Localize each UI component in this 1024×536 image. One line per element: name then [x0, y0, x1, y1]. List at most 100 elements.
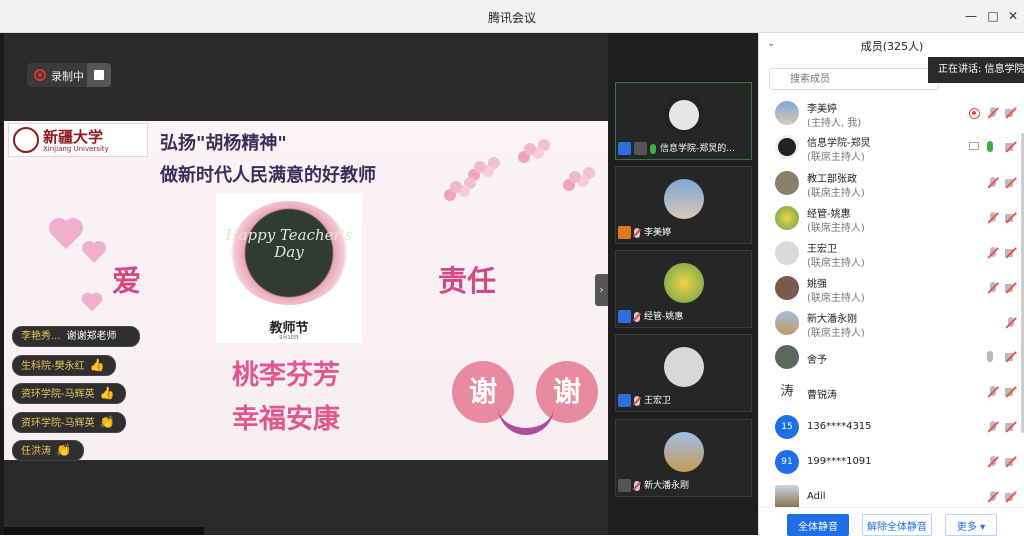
mic-muted-icon	[634, 311, 640, 322]
mic-on-icon[interactable]	[987, 141, 993, 152]
chat-sender: 生科院-樊永红	[21, 361, 85, 372]
window-title: 腾讯会议	[487, 11, 536, 25]
record-icon	[34, 69, 46, 81]
mic-muted-icon[interactable]	[987, 456, 999, 468]
avatar	[664, 95, 704, 135]
heart-decoration	[84, 243, 104, 263]
member-row[interactable]: 王宏卫 (联席主持人)	[759, 237, 1024, 271]
camera-off-icon[interactable]	[1005, 212, 1017, 224]
stop-recording-button[interactable]	[87, 63, 111, 87]
presentation-slide: 新疆大学 Xinjiang University 弘扬"胡杨精神" 做新时代人民…	[4, 121, 608, 460]
member-name: 教工部张政	[807, 174, 857, 185]
mic-muted-icon[interactable]	[987, 177, 999, 189]
member-name: 136****4315	[807, 421, 872, 432]
status-strip	[4, 527, 204, 535]
camera-off-icon[interactable]	[1005, 351, 1017, 363]
chat-message: 生科院-樊永红 👍	[12, 355, 116, 376]
member-row[interactable]: 舍予	[759, 341, 1024, 375]
camera-off-icon[interactable]	[1005, 386, 1017, 398]
mic-muted-icon[interactable]	[987, 247, 999, 259]
video-tile[interactable]: 信息学院-郑炅的...	[615, 82, 752, 160]
camera-off-icon[interactable]	[1005, 282, 1017, 294]
member-row[interactable]: 信息学院-郑炅 (联席主持人)	[759, 131, 1024, 165]
smile-decoration	[498, 407, 554, 435]
member-row[interactable]: 教工部张政 (联席主持人)	[759, 167, 1024, 201]
blossom-decoration	[474, 161, 486, 173]
camera-off-icon[interactable]	[1005, 247, 1017, 259]
host-icon	[618, 226, 631, 239]
avatar	[775, 345, 799, 369]
avatar: 涛	[775, 380, 799, 404]
video-tile[interactable]: 王宏卫	[615, 334, 752, 412]
blessing-line1: 桃李芬芳	[232, 360, 340, 391]
mic-muted-icon[interactable]	[987, 386, 999, 398]
tile-name: 王宏卫	[644, 396, 672, 406]
member-row[interactable]: 经管-姚惠 (联席主持人)	[759, 202, 1024, 236]
mute-all-button[interactable]: 全体静音	[787, 514, 849, 536]
avatar	[775, 101, 799, 125]
member-row[interactable]: 涛 曹锐涛	[759, 376, 1024, 410]
tile-name-bar: 王宏卫	[618, 394, 671, 409]
member-name: 199****1091	[807, 456, 872, 467]
member-row[interactable]: 91 199****1091	[759, 446, 1024, 480]
member-row[interactable]: 姚强 (联席主持人)	[759, 272, 1024, 306]
tile-name: 李美婷	[644, 228, 672, 238]
mic-muted-icon[interactable]	[987, 282, 999, 294]
seal-icon	[13, 127, 39, 153]
title-bar: 腾讯会议 — □ ✕	[0, 0, 1024, 33]
members-panel: ⌄ 成员(325人) 李美婷 (主持人, 我) 信息学院-郑炅 (联席主持人) …	[758, 33, 1024, 536]
avatar	[775, 135, 799, 159]
mic-muted-icon[interactable]	[987, 491, 999, 503]
slide-title-line1: 弘扬"胡杨精神"	[160, 133, 287, 154]
member-name: 经管-姚惠	[807, 209, 851, 220]
member-name: 王宏卫	[807, 244, 837, 255]
video-tile[interactable]: 李美婷	[615, 166, 752, 244]
mic-muted-icon[interactable]	[987, 421, 999, 433]
user-icon	[618, 479, 631, 492]
avatar: 15	[775, 415, 799, 439]
more-button[interactable]: 更多 ▾	[945, 514, 997, 536]
mic-muted-icon[interactable]	[987, 107, 999, 119]
expand-video-button[interactable]: ›	[595, 274, 608, 306]
maximize-icon[interactable]: □	[984, 7, 1002, 25]
logo-text-cn: 新疆大学	[43, 128, 104, 146]
member-name: 李美婷	[807, 104, 837, 115]
user-icon	[618, 142, 631, 155]
camera-off-icon[interactable]	[1005, 421, 1017, 433]
camera-off-icon[interactable]	[1005, 177, 1017, 189]
member-search-input[interactable]	[769, 68, 939, 90]
member-role: (联席主持人)	[807, 188, 865, 199]
camera-off-icon[interactable]	[1005, 107, 1017, 119]
close-icon[interactable]: ✕	[1004, 7, 1022, 25]
video-tile[interactable]: 经管-姚惠	[615, 250, 752, 328]
member-row[interactable]: 15 136****4315	[759, 411, 1024, 445]
mic-muted-icon[interactable]	[987, 212, 999, 224]
word-responsibility: 责任	[438, 264, 497, 298]
camera-off-icon[interactable]	[1005, 141, 1017, 153]
camera-off-icon[interactable]	[1005, 491, 1017, 503]
camera-off-icon[interactable]	[1005, 456, 1017, 468]
clap-icon: 👏	[56, 443, 71, 457]
thumbs-up-icon: 👍	[89, 358, 105, 372]
clap-icon: 👏	[99, 415, 115, 429]
avatar	[775, 485, 799, 509]
tile-name-bar: 经管-姚惠	[618, 310, 683, 325]
mic-muted-icon	[634, 395, 640, 406]
member-role: (联席主持人)	[807, 258, 865, 269]
minimize-icon[interactable]: —	[962, 7, 980, 25]
mic-muted-icon[interactable]	[1005, 317, 1017, 329]
member-row[interactable]: 新大潘永刚 (联席主持人)	[759, 307, 1024, 341]
avatar	[775, 241, 799, 265]
member-role: (主持人, 我)	[807, 118, 862, 129]
video-thumbnails: 信息学院-郑炅的... 李美婷 经管-姚惠 王宏卫 新大潘永刚	[608, 33, 758, 535]
member-row[interactable]: 李美婷 (主持人, 我)	[759, 97, 1024, 131]
member-name: 姚强	[807, 279, 827, 290]
mic-idle-icon[interactable]	[987, 351, 993, 362]
unmute-all-button[interactable]: 解除全体静音	[862, 514, 932, 536]
thumbs-up-icon: 👍	[99, 386, 115, 400]
recording-indicator: 录制中	[27, 63, 111, 87]
member-name: Adil	[807, 491, 826, 502]
member-role: (联席主持人)	[807, 293, 865, 304]
video-tile[interactable]: 新大潘永刚	[615, 419, 752, 497]
blessing-line2: 幸福安康	[232, 404, 340, 435]
